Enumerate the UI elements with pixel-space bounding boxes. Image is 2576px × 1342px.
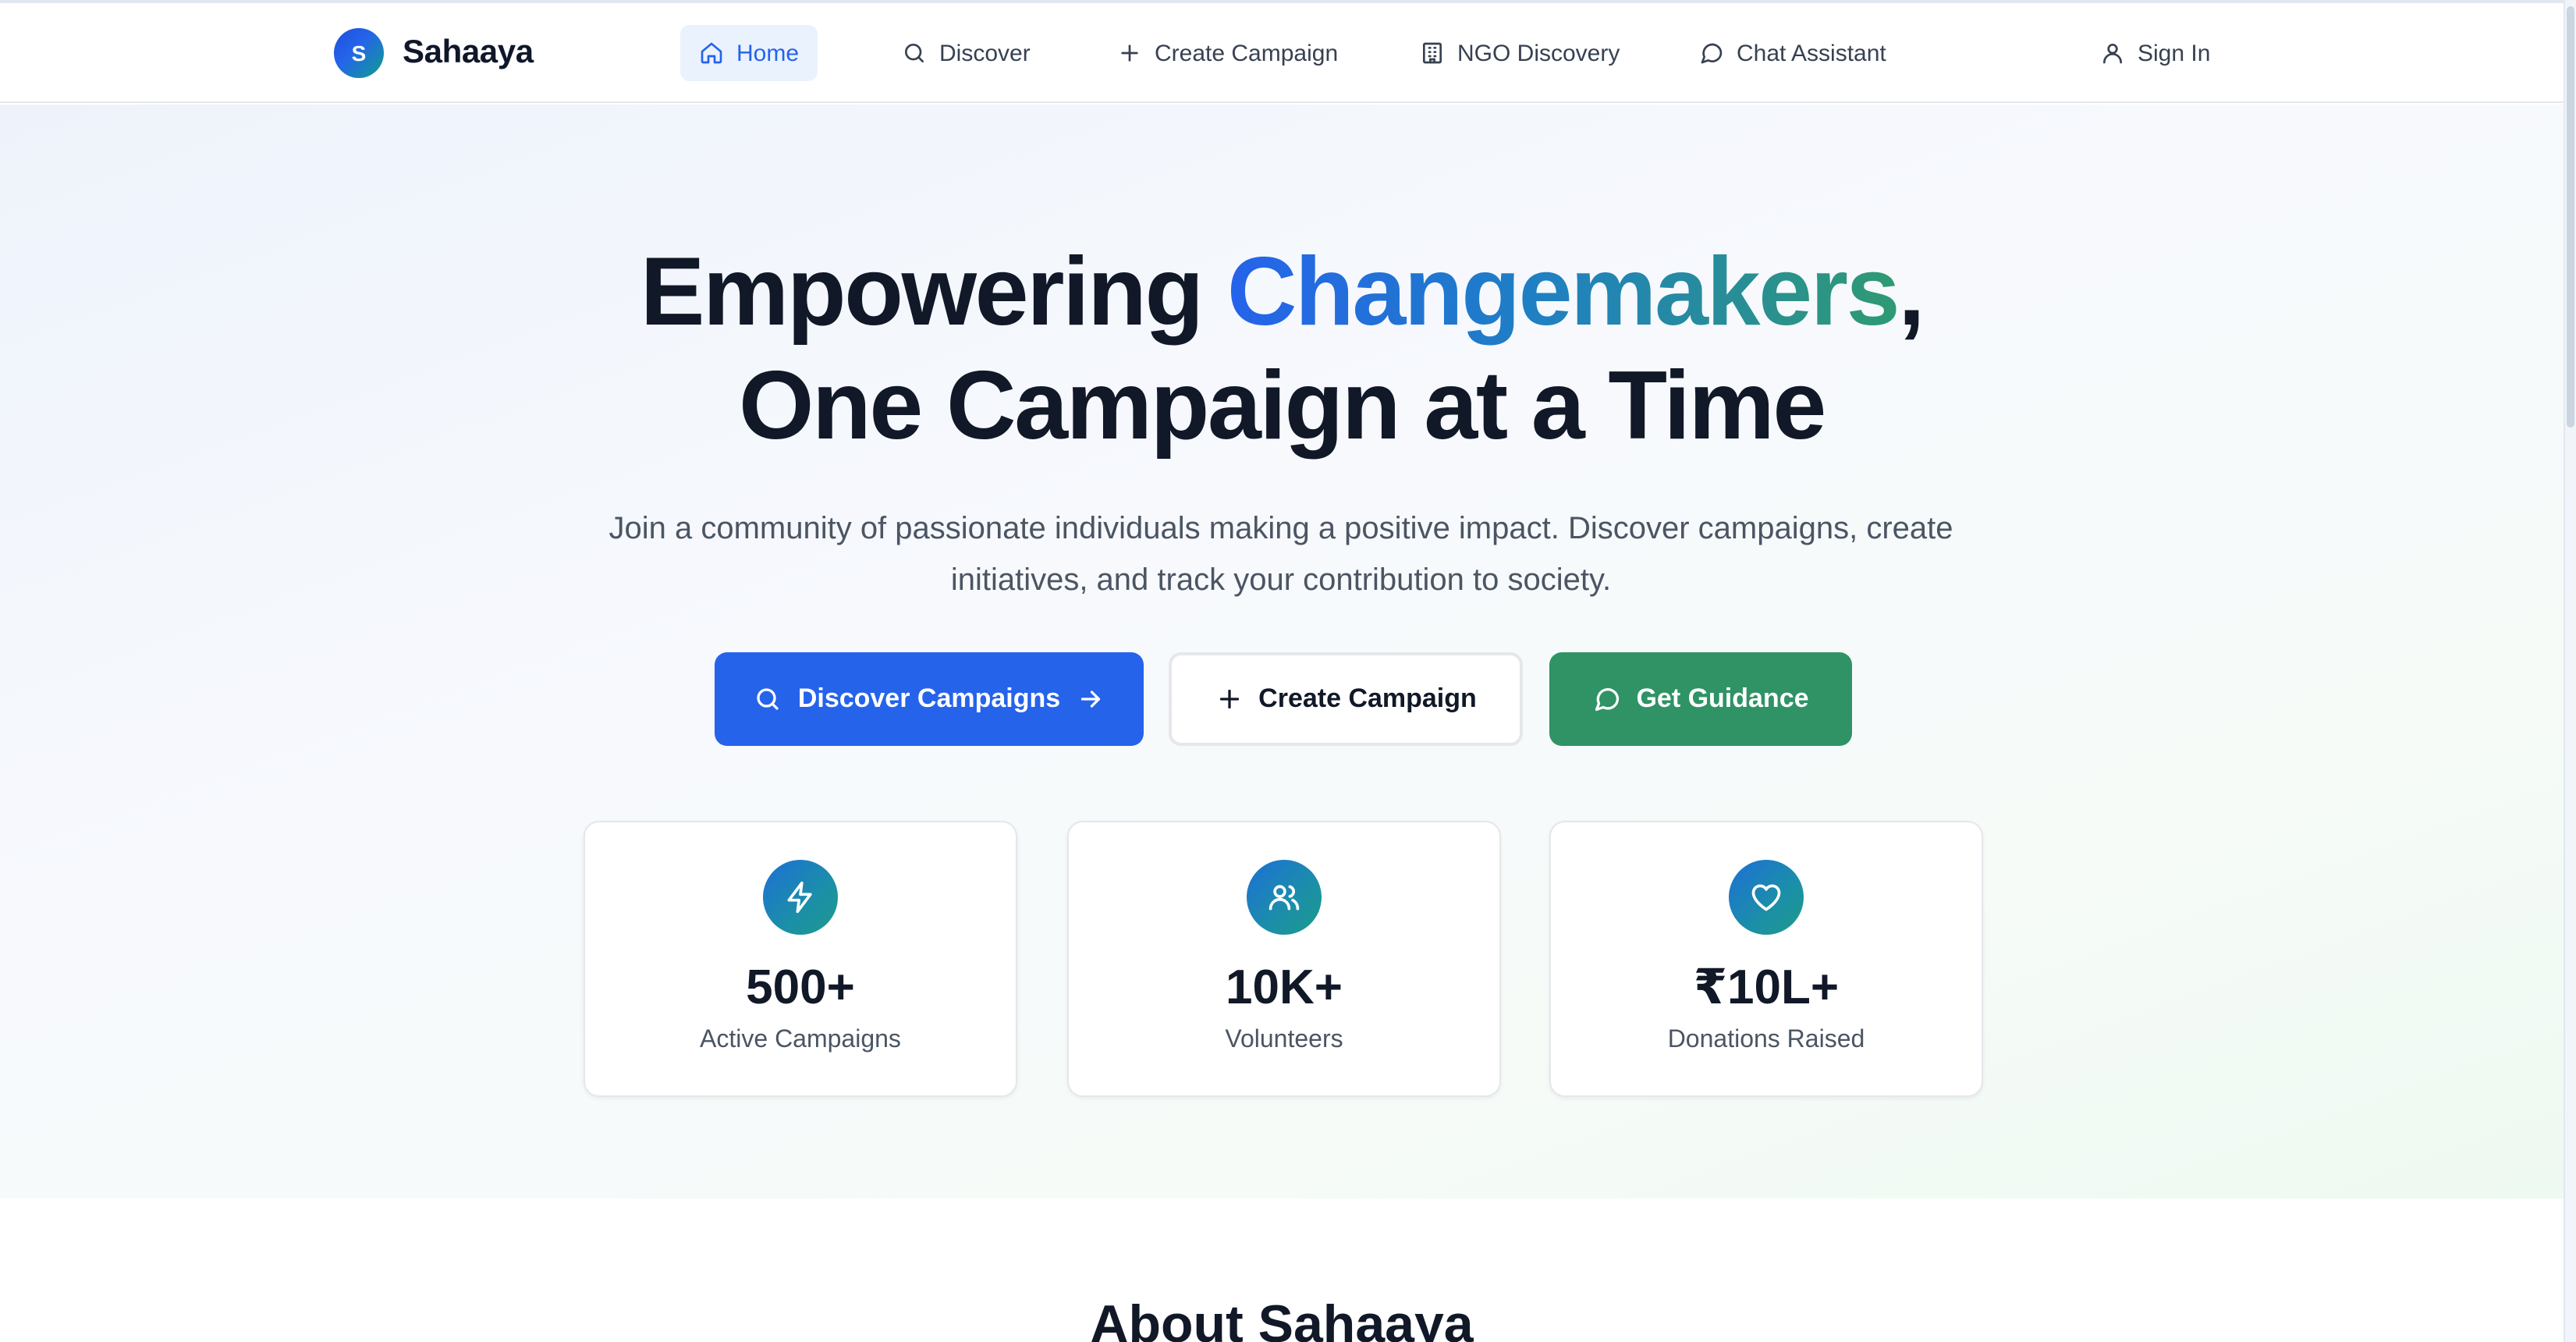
hero-title-line2: One Campaign at a Time: [739, 353, 1826, 460]
stat-icon-circle: [1247, 860, 1322, 935]
page: S Sahaaya Home Discover Create Campaign …: [0, 0, 2576, 1342]
hero-subtitle: Join a community of passionate individua…: [609, 512, 1953, 598]
create-campaign-button[interactable]: Create Campaign: [1169, 652, 1523, 746]
search-icon: [905, 44, 924, 62]
nav-home[interactable]: Home: [680, 25, 818, 81]
discover-campaigns-label: Discover Campaigns: [797, 683, 1061, 713]
scrollbar[interactable]: [2564, 0, 2576, 1342]
stat-value: ₹10L+: [1693, 960, 1840, 1014]
nav-discover[interactable]: Discover: [883, 25, 1049, 81]
stat-label: Active Campaigns: [700, 1027, 901, 1053]
scrollbar-thumb[interactable]: [2567, 6, 2574, 428]
hero-title-part1: Empowering: [640, 239, 1227, 346]
logo-badge: S: [334, 28, 384, 78]
brand-logo[interactable]: S Sahaaya: [334, 28, 534, 78]
user-icon: [2103, 44, 2122, 64]
discover-campaigns-button[interactable]: Discover Campaigns: [715, 652, 1144, 746]
hero-title-comma: ,: [1898, 239, 1925, 346]
about-heading: About Sahaaya: [1090, 1295, 1474, 1342]
stat-card-campaigns: 500+ Active Campaigns: [584, 821, 1017, 1097]
stat-card-donations: ₹10L+ Donations Raised: [1549, 821, 1983, 1097]
navbar: S Sahaaya Home Discover Create Campaign …: [0, 3, 2564, 103]
nav-chat-assistant[interactable]: Chat Assistant: [1680, 25, 1905, 81]
nav-discover-label: Discover: [939, 40, 1031, 66]
arrow-right-icon: [1080, 691, 1100, 708]
hero-title-line1: Empowering Changemakers,: [0, 237, 2564, 348]
hero-section: Empowering Changemakers, One Campaign at…: [0, 105, 2564, 1198]
stat-card-volunteers: 10K+ Volunteers: [1067, 821, 1501, 1097]
nav-home-label: Home: [736, 40, 800, 66]
sign-in-button[interactable]: Sign In: [2081, 25, 2229, 81]
sign-in-label: Sign In: [2138, 40, 2211, 66]
nav-ngo-label: NGO Discovery: [1457, 40, 1620, 66]
zap-icon: [787, 881, 812, 914]
stat-icon-circle: [1729, 860, 1804, 935]
stat-value: 10K+: [1226, 960, 1343, 1014]
plus-icon: [1219, 689, 1239, 709]
home-icon: [701, 42, 722, 64]
search-icon: [758, 688, 779, 710]
get-guidance-button[interactable]: Get Guidance: [1549, 652, 1852, 746]
stat-value: 500+: [746, 960, 855, 1014]
stat-label: Donations Raised: [1667, 1027, 1865, 1053]
users-icon: [1268, 885, 1300, 911]
brand-name: Sahaaya: [403, 34, 534, 70]
nav-create-label: Create Campaign: [1155, 40, 1339, 66]
nav-ngo-discovery[interactable]: NGO Discovery: [1401, 25, 1638, 81]
get-guidance-label: Get Guidance: [1636, 683, 1809, 713]
create-campaign-label: Create Campaign: [1258, 683, 1477, 713]
stat-icon-circle: [763, 860, 838, 935]
heart-icon: [1751, 884, 1781, 911]
hero-title-highlight: Changemakers: [1226, 239, 1900, 346]
message-circle-icon: [1701, 43, 1723, 64]
stat-label: Volunteers: [1225, 1027, 1343, 1053]
plus-icon: [1121, 44, 1138, 62]
nav-chat-label: Chat Assistant: [1737, 40, 1886, 66]
message-circle-icon: [1595, 688, 1619, 712]
nav-create-campaign[interactable]: Create Campaign: [1098, 25, 1357, 81]
building-icon: [1423, 42, 1442, 64]
